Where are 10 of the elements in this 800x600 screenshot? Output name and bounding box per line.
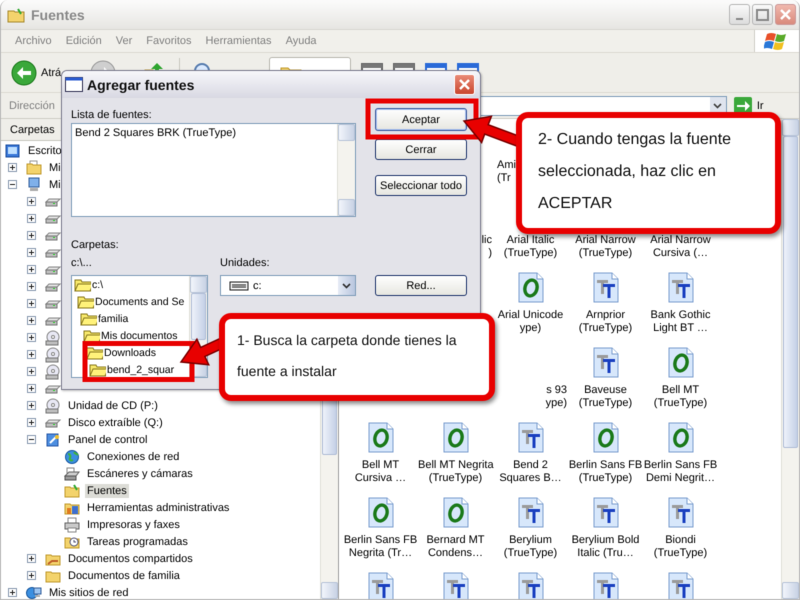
callout-note: 2- Cuando tengas la fuente seleccionada, haz clic en ACEPTAR (516, 112, 781, 234)
folder-path: c:\... (71, 256, 93, 270)
field-label: Lista de fuentes: (71, 108, 153, 122)
field-label: Unidades: (220, 256, 271, 270)
address-label: Dirección (9, 100, 55, 112)
pane-title: Carpetas (10, 124, 55, 136)
callout-note: 1- Busca la carpeta donde tienes la fuente a instalar (219, 313, 495, 401)
window-title: Fuentes (31, 6, 85, 22)
dialog-title: Agregar fuentes (87, 76, 194, 92)
field-label: Carpetas: (71, 238, 120, 252)
